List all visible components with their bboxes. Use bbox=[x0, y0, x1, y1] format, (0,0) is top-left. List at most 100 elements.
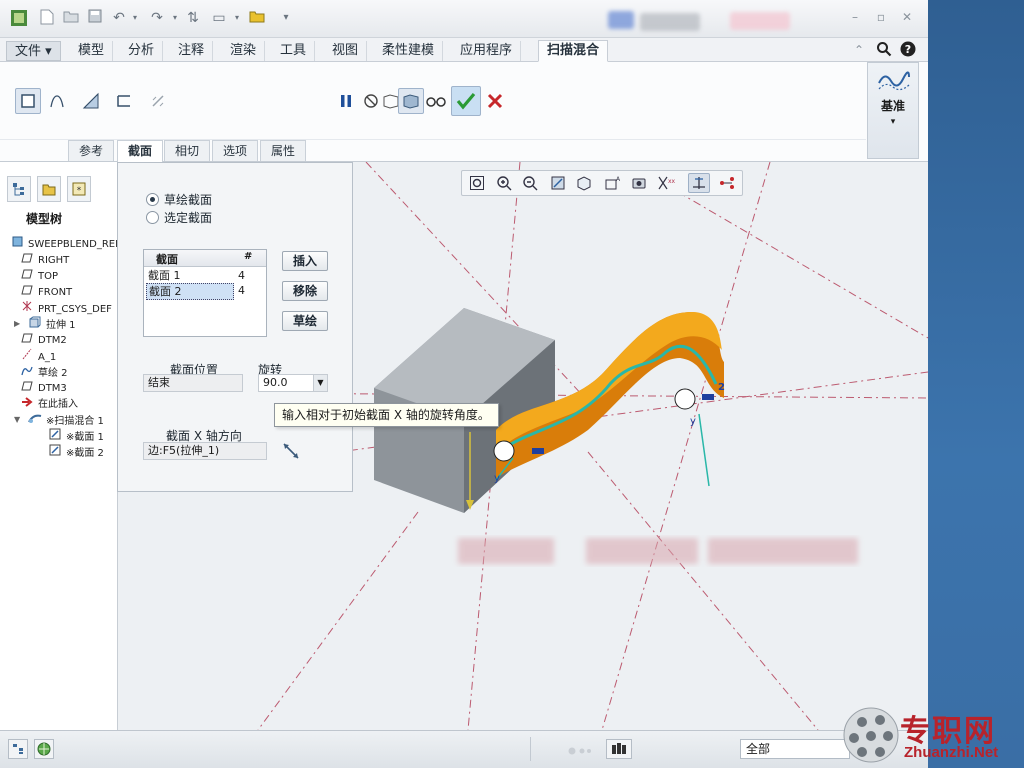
tab-model[interactable]: 模型 bbox=[70, 41, 114, 61]
redo-icon[interactable]: ↷ bbox=[148, 9, 166, 27]
rotation-input[interactable]: 90.0 ▼ bbox=[258, 374, 328, 392]
surface-type-button[interactable] bbox=[44, 88, 70, 114]
display-style-icon[interactable] bbox=[573, 173, 595, 193]
datum-plane-icon bbox=[20, 332, 34, 348]
datum-display-filter-icon[interactable]: xx bbox=[655, 173, 677, 193]
help-icon[interactable]: ? bbox=[899, 41, 917, 59]
annotation-display-icon[interactable] bbox=[716, 173, 738, 193]
undo-dropdown-icon[interactable]: ▾ bbox=[126, 9, 144, 27]
collapse-icon[interactable]: ▼ bbox=[14, 412, 20, 428]
rotation-dropdown-icon[interactable]: ▼ bbox=[313, 375, 327, 391]
customize-qa-icon[interactable]: ▾ bbox=[277, 9, 295, 27]
tree-item[interactable]: DTM3 bbox=[0, 380, 118, 396]
selected-sections-radio[interactable] bbox=[146, 211, 159, 224]
regen-manager-icon[interactable] bbox=[606, 739, 632, 759]
app-logo-icon bbox=[10, 9, 28, 27]
windows-dropdown-icon[interactable]: ▾ bbox=[228, 9, 246, 27]
folder-browser-tab[interactable] bbox=[37, 176, 61, 202]
browser-toggle-icon[interactable] bbox=[34, 739, 54, 759]
blurred-title-block bbox=[640, 13, 700, 31]
tree-item[interactable]: SWEEPBLEND_REDE bbox=[0, 236, 118, 252]
quick-access-toolbar: ↶ ▾ ↷ ▾ ⇅ ▭ ▾ ▾ – ▫ ✕ bbox=[0, 0, 928, 38]
preview-shaded-button[interactable] bbox=[398, 88, 424, 114]
minimize-ribbon-icon[interactable]: ⌃ bbox=[852, 43, 866, 57]
ok-check-button[interactable] bbox=[451, 86, 481, 116]
minimize-icon[interactable]: – bbox=[848, 10, 862, 24]
tree-item-label: A_1 bbox=[38, 352, 57, 363]
tree-item[interactable]: TOP bbox=[0, 268, 118, 284]
new-file-icon[interactable] bbox=[38, 9, 56, 27]
insert-button[interactable]: 插入 bbox=[282, 251, 328, 271]
tab-applications[interactable]: 应用程序 bbox=[452, 41, 522, 61]
remove-material-button[interactable] bbox=[78, 88, 104, 114]
navigator-toggle-icon[interactable] bbox=[8, 739, 28, 759]
solid-type-button[interactable] bbox=[15, 88, 41, 114]
sketched-sections-radio[interactable] bbox=[146, 193, 159, 206]
maximize-icon[interactable]: ▫ bbox=[874, 10, 888, 24]
refit-icon[interactable] bbox=[466, 173, 488, 193]
zoom-in-icon[interactable] bbox=[493, 173, 515, 193]
tree-item[interactable]: ▶ 拉伸 1 bbox=[0, 316, 118, 332]
tree-item[interactable]: 在此插入 bbox=[0, 396, 118, 412]
table-row[interactable]: 截面 2 4 bbox=[144, 283, 266, 300]
section-edit-icon bbox=[48, 444, 62, 460]
tab-sweep-blend[interactable]: 扫描混合 bbox=[538, 40, 609, 62]
search-icon[interactable] bbox=[875, 41, 893, 59]
svg-text:y: y bbox=[494, 473, 500, 484]
cancel-x-button[interactable] bbox=[482, 88, 508, 114]
verify-mode-icon[interactable] bbox=[423, 88, 449, 114]
close-window-icon[interactable] bbox=[248, 9, 266, 27]
tab-tools[interactable]: 工具 bbox=[272, 41, 316, 61]
tree-item[interactable]: DTM2 bbox=[0, 332, 118, 348]
tab-render[interactable]: 渲染 bbox=[222, 41, 266, 61]
tree-item[interactable]: PRT_CSYS_DEF bbox=[0, 300, 118, 316]
windows-icon[interactable]: ▭ bbox=[210, 9, 228, 27]
tab-view[interactable]: 视图 bbox=[324, 41, 368, 61]
section-location-field[interactable]: 结束 bbox=[143, 374, 243, 392]
redo-dropdown-icon[interactable]: ▾ bbox=[166, 9, 184, 27]
subtab-references[interactable]: 参考 bbox=[68, 140, 115, 161]
flip-direction-button[interactable] bbox=[145, 88, 171, 114]
open-folder-icon[interactable] bbox=[62, 9, 80, 27]
tree-item[interactable]: A_1 bbox=[0, 348, 118, 364]
tab-file[interactable]: 文件 ▾ bbox=[6, 41, 61, 61]
table-row[interactable]: 截面 1 4 bbox=[144, 268, 266, 283]
remove-button[interactable]: 移除 bbox=[282, 281, 328, 301]
expand-icon[interactable]: ▶ bbox=[14, 316, 20, 332]
repaint-icon[interactable] bbox=[547, 173, 569, 193]
tree-item[interactable]: ▼ ※扫描混合 1 bbox=[0, 412, 118, 428]
thicken-sketch-button[interactable] bbox=[111, 88, 137, 114]
close-icon[interactable]: ✕ bbox=[900, 10, 914, 24]
spin-center-icon[interactable] bbox=[688, 173, 710, 193]
ribbon-tab-bar: 文件 ▾ 模型 分析 注释 渲染 工具 视图 柔性建模 应用程序 扫描混合 ⌃ … bbox=[0, 38, 928, 62]
pause-button[interactable] bbox=[333, 88, 359, 114]
tree-item[interactable]: ※截面 1 bbox=[0, 428, 118, 444]
tree-item[interactable]: ※截面 2 bbox=[0, 444, 118, 460]
saved-orientations-icon[interactable]: AB bbox=[601, 173, 623, 193]
model-tree-tab[interactable] bbox=[7, 176, 31, 202]
tree-item[interactable]: RIGHT bbox=[0, 252, 118, 268]
subtab-options[interactable]: 选项 bbox=[212, 140, 259, 161]
subtab-tangency[interactable]: 相切 bbox=[164, 140, 211, 161]
tree-item[interactable]: FRONT bbox=[0, 284, 118, 300]
subtab-sections[interactable]: 截面 bbox=[117, 140, 164, 162]
view-manager-icon[interactable] bbox=[628, 173, 650, 193]
tree-item-label: SWEEPBLEND_REDE bbox=[28, 239, 118, 250]
subtab-properties[interactable]: 属性 bbox=[260, 140, 307, 161]
insert-arrow-icon bbox=[20, 396, 34, 412]
flip-axis-icon[interactable] bbox=[282, 442, 300, 463]
tab-annotate[interactable]: 注释 bbox=[170, 41, 214, 61]
favorites-tab[interactable]: * bbox=[67, 176, 91, 202]
sketch-button[interactable]: 草绘 bbox=[282, 311, 328, 331]
selection-filter-select[interactable]: 全部 bbox=[740, 739, 850, 759]
datum-group[interactable]: 基准 ▾ bbox=[867, 62, 919, 159]
regenerate-icon[interactable]: ⇅ bbox=[184, 9, 202, 27]
tree-item[interactable]: 草绘 2 bbox=[0, 364, 118, 380]
tab-analysis[interactable]: 分析 bbox=[120, 41, 164, 61]
save-icon[interactable] bbox=[86, 9, 104, 27]
datum-plane-icon bbox=[20, 284, 34, 300]
zoom-out-icon[interactable] bbox=[519, 173, 541, 193]
tab-flexible-modeling[interactable]: 柔性建模 bbox=[374, 41, 444, 61]
x-axis-direction-field[interactable]: 边:F5(拉伸_1) bbox=[143, 442, 267, 460]
svg-text:?: ? bbox=[905, 43, 911, 56]
